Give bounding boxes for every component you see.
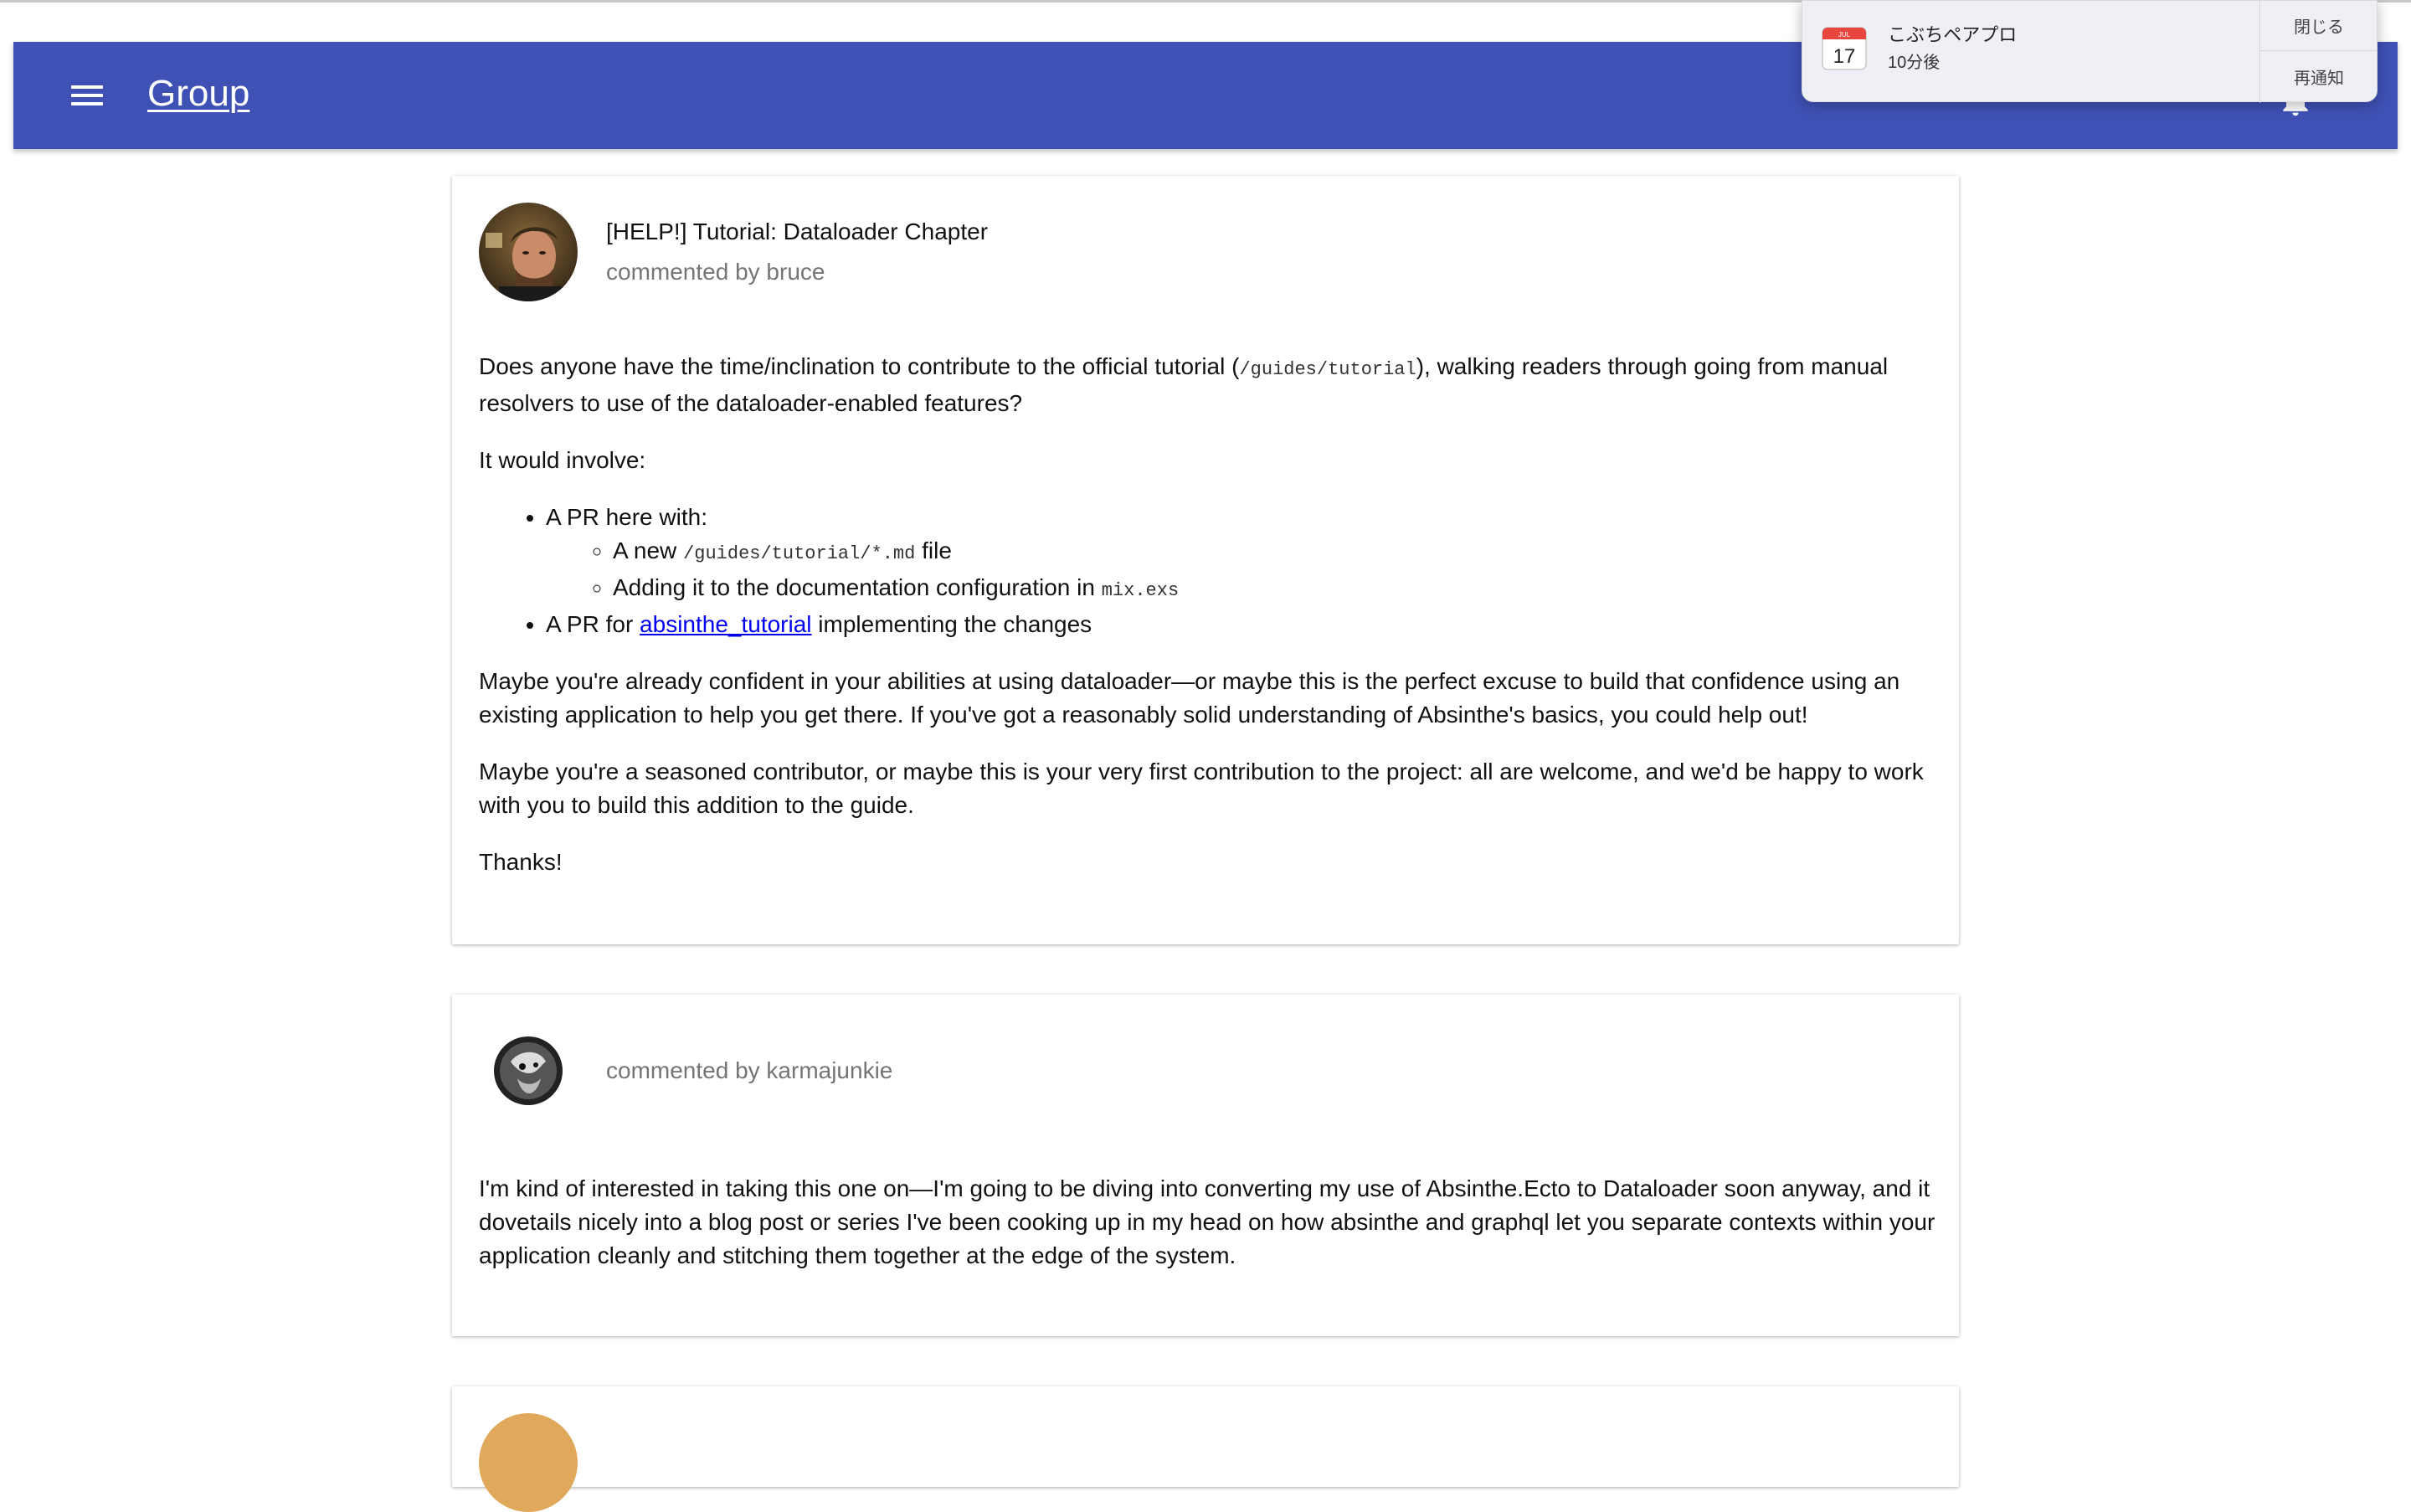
inline-code: mix.exs [1101,580,1180,601]
list-item: Adding it to the documentation configura… [613,571,1935,608]
notification-title: こぶちペアプロ [1888,24,2018,45]
hamburger-menu-icon[interactable] [57,77,116,114]
comment-card [452,1386,1959,1512]
avatar[interactable] [494,1036,563,1105]
text: file [915,537,952,563]
calendar-month: JUL [1838,31,1851,39]
bullet-list: A PR here with: A new /guides/tutorial/*… [479,501,1935,641]
notification-subtitle: 10分後 [1888,54,1941,72]
list-item: A new /guides/tutorial/*.md file [613,534,1935,571]
calendar-icon: JUL 17 [1822,27,1867,70]
notification-actions: 閉じる 再通知 [2259,1,2378,103]
inline-code: /guides/tutorial [1239,359,1416,380]
text: A new [613,537,684,563]
paragraph: Maybe you're already confident in your a… [479,668,1900,728]
post-byline: commented by bruce [606,259,825,285]
post-body: Does anyone have the time/inclination to… [479,350,1935,903]
absinthe-tutorial-link[interactable]: absinthe_tutorial [640,611,811,637]
notification-close-button[interactable]: 閉じる [2260,1,2378,51]
list-item: A PR for absinthe_tutorial implementing … [546,608,1935,641]
text: Does anyone have the time/inclination to… [479,353,1240,379]
notification-snooze-button[interactable]: 再通知 [2260,51,2378,101]
inline-code: /guides/tutorial/*.md [683,543,916,564]
post-byline: commented by karmajunkie [606,1057,893,1083]
list-item: A PR here with: A new /guides/tutorial/*… [546,501,1935,608]
comment-card: commented by karmajunkie I'm kind of int… [452,995,1959,1336]
system-notification-banner[interactable]: JUL 17 こぶちペアプロ 10分後 閉じる 再通知 [1802,0,2378,103]
text: implementing the changes [811,611,1092,637]
calendar-day: 17 [1833,45,1856,68]
avatar[interactable] [479,1413,578,1512]
paragraph: I'm kind of interested in taking this on… [479,1175,1935,1268]
paragraph: It would involve: [479,447,646,473]
avatar[interactable] [479,203,578,301]
comment-card: [HELP!] Tutorial: Dataloader Chapter com… [452,176,1959,944]
sub-list: A new /guides/tutorial/*.md file Adding … [546,534,1935,608]
app-title-link[interactable]: Group [147,67,249,121]
paragraph: Does anyone have the time/inclination to… [479,350,1935,420]
paragraph: Maybe you're a seasoned contributor, or … [479,759,1924,818]
text: Adding it to the documentation configura… [613,574,1102,600]
paragraph: Thanks! [479,849,563,875]
text: A PR here with: [546,504,707,530]
text: A PR for [546,611,640,637]
post-body: I'm kind of interested in taking this on… [479,1172,1935,1296]
post-title: [HELP!] Tutorial: Dataloader Chapter [606,219,989,244]
